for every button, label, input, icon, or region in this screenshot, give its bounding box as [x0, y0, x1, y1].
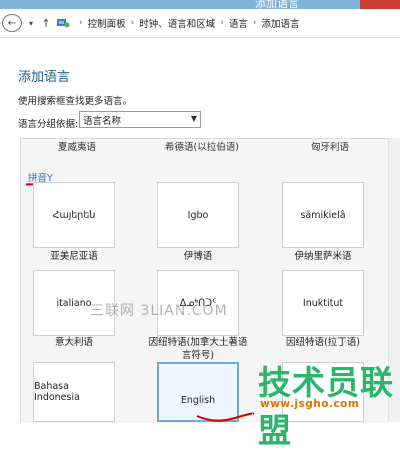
back-arrow-icon[interactable]: ←: [2, 14, 22, 32]
breadcrumb-separator-icon: ›: [130, 18, 135, 28]
tile-caption: 因纽特语(拉丁语): [286, 337, 360, 348]
address-bar: ← ▾ ↑ › 控制面板 › 时钟、语言和区域 › 语言 › 添加语言: [0, 9, 400, 38]
language-tile[interactable]: Igbo: [157, 182, 239, 248]
watermark: 三联网 3LIAN.COM: [90, 303, 228, 319]
tile-native-name: Bahasa Indonesia: [34, 381, 80, 403]
tile-native-name: Inuktitut: [302, 297, 344, 309]
tile-native-name: Հայերեն: [52, 209, 96, 221]
site-url: www.jsgho.com: [260, 398, 360, 410]
language-name[interactable]: 匈牙利语: [311, 139, 349, 153]
language-name[interactable]: 希德语(以拉伯语): [165, 139, 239, 153]
language-name[interactable]: 夏威夷语: [58, 139, 96, 153]
close-window-button[interactable]: [360, 0, 400, 9]
page-title: 添加语言: [18, 70, 71, 85]
breadcrumb-item[interactable]: 添加语言: [261, 16, 299, 30]
search-hint: 使用搜索框查找更多语言。: [18, 96, 133, 107]
language-tile[interactable]: Հայերեն: [33, 182, 115, 248]
language-tile[interactable]: sämikielâ: [282, 182, 364, 248]
tile-caption: 伊博语: [183, 251, 213, 262]
tile-native-name: Igbo: [187, 209, 209, 221]
group-by-label: 语言分组依据:: [18, 119, 79, 130]
breadcrumb-separator-icon: ›: [252, 18, 257, 28]
tile-caption: 因纽特语(加拿大土著语言符号): [148, 337, 248, 361]
tile-native-name: English: [180, 395, 216, 406]
previous-row-names: 夏威夷语 希德语(以拉伯语) 匈牙利语: [20, 142, 387, 154]
breadcrumb-item[interactable]: 控制面板: [88, 16, 126, 30]
breadcrumb-separator-icon: ›: [79, 18, 83, 28]
group-by-select[interactable]: 语言名称 ▼: [79, 111, 201, 128]
breadcrumb-separator-icon: ›: [220, 18, 224, 28]
tile-native-name: italiano: [56, 297, 92, 309]
tile-caption: 亚美尼亚语: [50, 251, 98, 262]
breadcrumb: › 控制面板 › 时钟、语言和区域 › 语言 › 添加语言: [56, 16, 300, 30]
tile-caption: 伊纳里萨米语: [294, 251, 352, 262]
title-bar: 添加语言: [0, 0, 400, 10]
control-panel-icon: [57, 19, 70, 28]
group-by-value: 语言名称: [83, 115, 122, 127]
up-arrow-icon[interactable]: ↑: [40, 14, 52, 32]
chevron-down-icon: ▼: [190, 114, 197, 123]
language-tile[interactable]: Inuktitut: [282, 270, 364, 336]
tile-native-name: sämikielâ: [300, 209, 346, 221]
tile-caption: 意大利语: [54, 337, 93, 348]
breadcrumb-item[interactable]: 语言: [229, 16, 248, 30]
history-dropdown-icon[interactable]: ▾: [26, 14, 36, 32]
language-tile[interactable]: Bahasa Indonesia: [33, 362, 115, 422]
breadcrumb-item[interactable]: 时钟、语言和区域: [139, 16, 215, 30]
red-annotation-check-icon: [196, 412, 255, 422]
